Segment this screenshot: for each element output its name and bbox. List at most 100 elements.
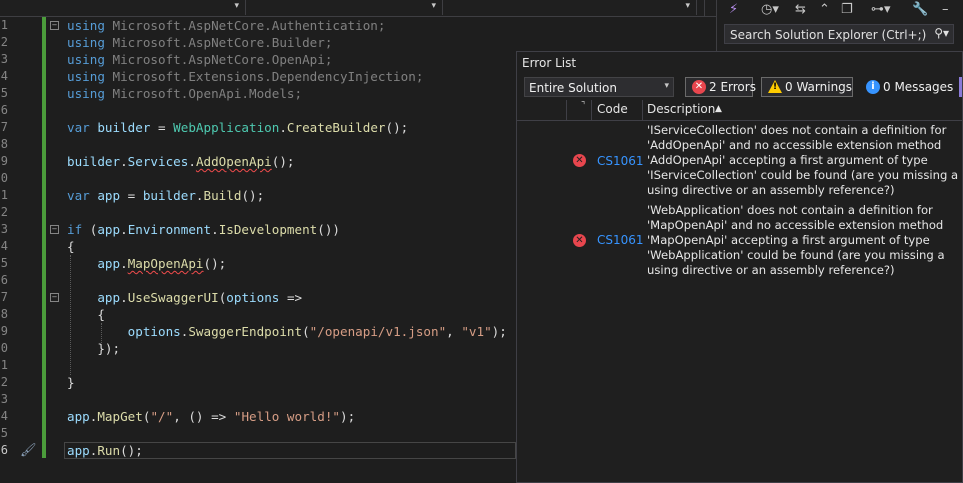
solution-explorer-search-input[interactable]: Search Solution Explorer (Ctrl+;) ⚲▾	[724, 24, 954, 44]
code-line: var builder = WebApplication.CreateBuild…	[67, 120, 409, 135]
error-list-header: Error List	[517, 52, 962, 74]
code-line: });	[67, 341, 121, 356]
line-number: 5	[0, 86, 8, 100]
code-line: builder.Services.AddOpenApi();	[67, 154, 295, 169]
error-icon: ✕	[573, 234, 586, 247]
back-forward-icon[interactable]: ⇆	[795, 2, 806, 17]
line-number: 0	[0, 171, 8, 185]
info-icon: i	[866, 80, 880, 94]
navigation-bar: ▾ ▾ ▾	[0, 0, 716, 17]
collapse-icon[interactable]: ⌃	[819, 2, 830, 17]
code-line: if (app.Environment.IsDevelopment())	[67, 222, 341, 237]
column-description[interactable]: Description	[647, 102, 715, 116]
type-dropdown[interactable]: ▾	[246, 0, 443, 15]
line-number: 4	[0, 239, 8, 253]
line-number: 7	[0, 120, 8, 134]
column-separator	[591, 100, 592, 120]
code-line: app.MapOpenApi();	[97, 256, 227, 271]
line-number: 0	[0, 341, 8, 355]
code-line: using Microsoft.Extensions.DependencyInj…	[67, 69, 424, 84]
line-number: 1	[0, 188, 8, 202]
error-row[interactable]: ✕ CS1061 'WebApplication' does not conta…	[517, 203, 962, 279]
scope-dropdown[interactable]: Entire Solution ▾	[524, 77, 674, 97]
messages-label: 0 Messages	[883, 80, 954, 94]
line-number-gutter: 1 2 3 4 5 6 7 8 9 0 1 2 3 4 5 6 7 8 9 0 1 2 3 4 5 6	[0, 17, 46, 483]
chevron-down-icon: ▾	[431, 1, 436, 11]
code-line: var app = builder.Build();	[67, 188, 265, 203]
chevron-down-icon: ▾	[234, 1, 239, 11]
column-code[interactable]: Code	[597, 102, 628, 116]
warning-mark: !	[773, 82, 778, 92]
code-line: using Microsoft.AspNetCore.Authenticatio…	[67, 18, 386, 33]
scope-value: Entire Solution	[529, 81, 617, 95]
code-line: using Microsoft.OpenApi.Models;	[67, 86, 303, 101]
sparkle-icon[interactable]: ⚡	[729, 2, 738, 17]
line-number: 8	[0, 307, 8, 321]
code-line: using Microsoft.AspNetCore.Builder;	[67, 35, 333, 50]
line-number: 2	[0, 35, 8, 49]
errors-filter-button[interactable]: ✕ 2 Errors	[685, 77, 756, 97]
error-row[interactable]: ✕ CS1061 'IServiceCollection' does not c…	[517, 123, 962, 199]
error-description: 'WebApplication' does not contain a defi…	[647, 203, 945, 277]
line-number: 6	[0, 273, 8, 287]
code-line: app.Run();	[67, 443, 143, 458]
error-code: CS1061	[597, 154, 644, 168]
line-number: 3	[0, 222, 8, 236]
code-line: app.UseSwaggerUI(options =>	[97, 290, 303, 305]
line-number: 5	[0, 426, 8, 440]
column-separator	[566, 100, 567, 120]
sort-ascending-icon: ▲	[715, 104, 722, 114]
code-line: {	[67, 307, 105, 322]
error-list-panel: Error List Entire Solution ▾ ✕ 2 Errors …	[516, 51, 963, 483]
line-number: 4	[0, 69, 8, 83]
copy-icon[interactable]: ❐	[841, 2, 853, 17]
panel-accent-edge	[959, 77, 962, 97]
fold-collapse-icon[interactable]: −	[50, 21, 59, 30]
code-line: {	[67, 239, 75, 254]
more-icon[interactable]: –	[942, 2, 949, 17]
errors-label: 2 Errors	[709, 80, 756, 94]
error-code: CS1061	[597, 233, 644, 247]
line-number: 9	[0, 154, 8, 168]
chevron-down-icon: ▾	[685, 1, 690, 11]
error-icon: ✕	[573, 154, 586, 167]
line-number: 1	[0, 358, 8, 372]
chevron-down-icon: ▾	[664, 81, 669, 91]
history-icon[interactable]: ◷▾	[761, 2, 779, 17]
warnings-filter-button[interactable]: ! 0 Warnings	[761, 77, 853, 97]
code-line: app.MapGet("/", () => "Hello world!");	[67, 409, 356, 424]
line-number: 6	[0, 443, 8, 457]
switch-views-icon[interactable]: ⊶▾	[871, 2, 891, 17]
messages-filter-button[interactable]: i 0 Messages	[859, 77, 955, 97]
column-separator	[642, 100, 643, 120]
line-number: 5	[0, 256, 8, 270]
line-number: 7	[0, 290, 8, 304]
filter-icon[interactable]: ⌝	[581, 101, 585, 111]
change-indicator-bar	[42, 17, 46, 458]
code-line: using Microsoft.AspNetCore.OpenApi;	[67, 52, 333, 67]
search-placeholder: Search Solution Explorer (Ctrl+;)	[730, 28, 927, 42]
fold-collapse-icon[interactable]: −	[50, 293, 59, 302]
line-number: 1	[0, 18, 8, 32]
line-number: 3	[0, 52, 8, 66]
error-description: 'IServiceCollection' does not contain a …	[647, 123, 959, 197]
warnings-label: 0 Warnings	[785, 80, 853, 94]
line-number: 3	[0, 392, 8, 406]
line-number: 4	[0, 409, 8, 423]
error-icon: ✕	[692, 80, 706, 94]
error-list-title: Error List	[522, 56, 577, 70]
fold-collapse-icon[interactable]: −	[50, 225, 59, 234]
search-icon[interactable]: ⚲▾	[934, 26, 949, 40]
project-dropdown[interactable]: ▾	[0, 0, 246, 15]
line-number: 9	[0, 324, 8, 338]
line-number: 8	[0, 137, 8, 151]
code-line: }	[67, 375, 75, 390]
code-line: options.SwaggerEndpoint("/openapi/v1.jso…	[127, 324, 507, 339]
member-dropdown[interactable]: ▾	[443, 0, 697, 15]
error-list-column-header: ⌝ Code Description ▲	[517, 100, 962, 121]
paintbrush-icon[interactable]: 🖌	[20, 443, 37, 458]
wrench-icon[interactable]: 🔧	[912, 2, 928, 17]
split-divider	[704, 0, 705, 16]
line-number: 6	[0, 103, 8, 117]
line-number: 2	[0, 205, 8, 219]
